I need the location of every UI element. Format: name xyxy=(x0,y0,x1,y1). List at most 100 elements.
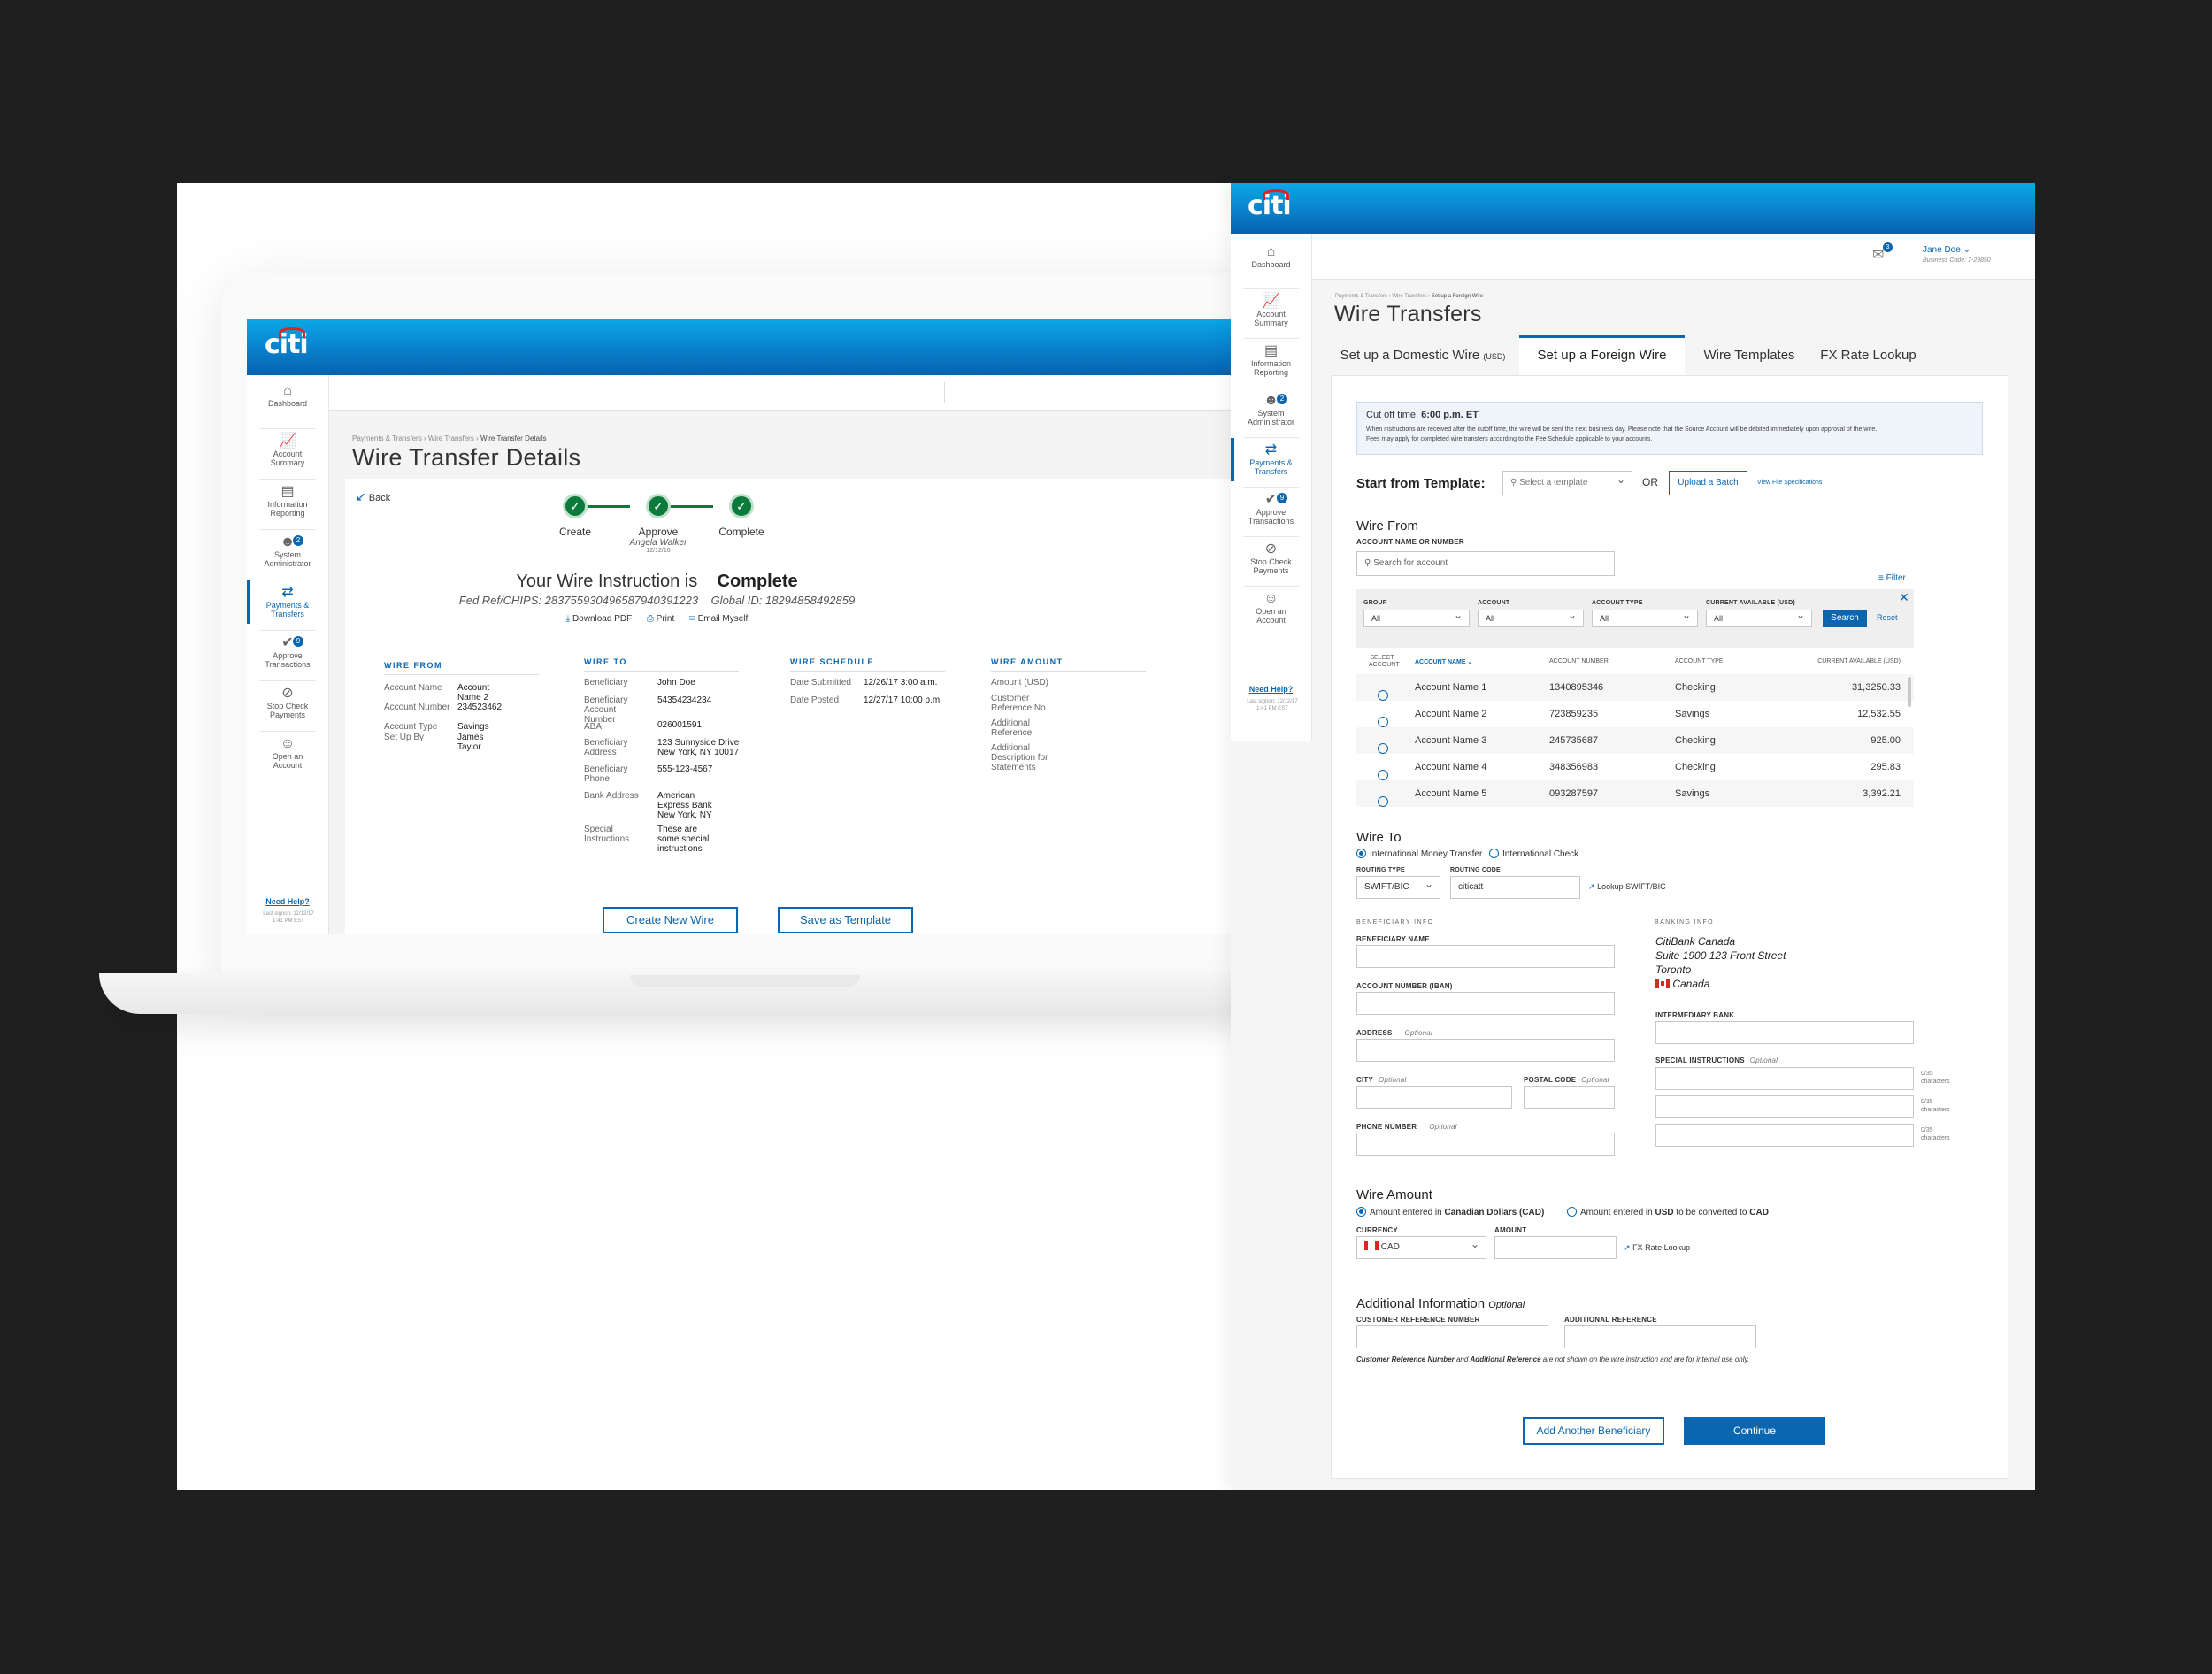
additional-reference-input[interactable] xyxy=(1564,1325,1756,1348)
view-file-spec-link[interactable]: View File Specifications xyxy=(1757,480,1822,486)
table-row[interactable]: Account Name 4 348356983 Checking 295.83 xyxy=(1356,754,1914,780)
external-link-icon: ↗ xyxy=(1624,1243,1631,1252)
sidebar-item-account-summary[interactable]: 📈 Account Summary xyxy=(1231,295,1311,328)
account-icon: ☺ xyxy=(280,736,296,751)
sidebar-item-open-an-account[interactable]: ☺ Open an Account xyxy=(1231,592,1311,626)
intermediary-input[interactable] xyxy=(1655,1021,1914,1044)
sidebar-item-label: Stop Check Payments xyxy=(266,702,309,719)
foreign-wire-window: citi ⌂ Dashboard 📈 Account Summary ▤ Informat… xyxy=(1231,183,2035,1490)
table-row[interactable]: Account Name 2 723859235 Savings 12,532.55 xyxy=(1356,701,1914,727)
stop-icon: ⊘ xyxy=(281,686,294,701)
back-link[interactable]: ↙ Back xyxy=(356,489,390,504)
breadcrumb-item[interactable]: Payments & Transfers xyxy=(352,434,422,442)
sidebar-item-system-administrator[interactable]: ☻ 2 System Administrator xyxy=(1231,394,1311,427)
routing-code-input[interactable]: citicatt xyxy=(1450,876,1580,899)
download-icon: ⤓ xyxy=(565,614,571,624)
create-new-wire-button[interactable]: Create New Wire xyxy=(603,907,738,933)
iban-input[interactable] xyxy=(1356,992,1615,1015)
nav-divider xyxy=(259,731,316,732)
sidebar-item-stop-check-payments[interactable]: ⊘ Stop Check Payments xyxy=(1231,542,1311,576)
special-instructions-input-1[interactable] xyxy=(1655,1067,1914,1090)
table-scrollbar[interactable] xyxy=(1908,677,1911,707)
user-menu[interactable]: Jane Doe ⌄ xyxy=(1923,245,1970,255)
account-filter-select[interactable]: All xyxy=(1478,607,1584,627)
sidebar-item-payments-transfers[interactable]: ⇄ Payments & Transfers xyxy=(1231,438,1311,481)
breadcrumb-item[interactable]: Wire Transfers xyxy=(1392,294,1426,299)
email-link[interactable]: ✉ Email Myself xyxy=(689,614,748,624)
fx-rate-lookup-link[interactable]: ↗ FX Rate Lookup xyxy=(1624,1243,1690,1253)
phone-input[interactable] xyxy=(1356,1133,1615,1156)
sidebar-item-dashboard[interactable]: ⌂ Dashboard xyxy=(1231,244,1311,270)
currency-select[interactable]: CAD xyxy=(1356,1233,1486,1259)
customer-reference-input[interactable] xyxy=(1356,1325,1548,1348)
currency-label: CURRENCY xyxy=(1356,1226,1398,1234)
need-help-link[interactable]: Need Help? xyxy=(247,897,328,906)
account-number-cell: 093287597 xyxy=(1549,788,1599,799)
print-link[interactable]: ⎙ Print xyxy=(647,614,674,624)
mail-icon[interactable]: ✉ 3 xyxy=(1872,242,1893,264)
sidebar-item-open-an-account[interactable]: ☺ Open an Account xyxy=(247,736,328,771)
laptop-screen: citi ⌂ Dashboard 📈 Account Summary ▤ Informat… xyxy=(247,319,1362,934)
tab-wire-templates[interactable]: Wire Templates xyxy=(1694,335,1805,375)
close-icon[interactable]: ✕ xyxy=(1899,590,1909,605)
sidebar-item-information-reporting[interactable]: ▤ Information Reporting xyxy=(247,485,328,518)
amount-input[interactable] xyxy=(1494,1236,1617,1259)
intl-check-radio[interactable]: International Check xyxy=(1489,849,1578,859)
save-as-template-button[interactable]: Save as Template xyxy=(778,907,913,933)
download-pdf-link[interactable]: ⤓ Download PDF xyxy=(566,614,632,624)
sidebar-item-approve-transactions[interactable]: ✔ 9 Approve Transactions xyxy=(247,636,328,670)
sidebar-item-label: Approve Transactions xyxy=(265,651,311,669)
sidebar-item-dashboard[interactable]: ⌂ Dashboard xyxy=(247,384,328,409)
sidebar-item-system-administrator[interactable]: ☻ 2 System Administrator xyxy=(247,535,328,569)
cad-amount-radio[interactable]: Amount entered in Canadian Dollars (CAD) xyxy=(1356,1207,1544,1217)
sidebar-item-information-reporting[interactable]: ▤ Information Reporting xyxy=(1231,344,1311,378)
upload-batch-button[interactable]: Upload a Batch xyxy=(1669,471,1747,495)
tab-foreign-wire[interactable]: Set up a Foreign Wire xyxy=(1519,335,1685,375)
table-row[interactable]: Account Name 5 093287597 Savings 3,392.21 xyxy=(1356,780,1914,807)
additional-reference-label: ADDITIONAL REFERENCE xyxy=(1564,1316,1657,1324)
tab-domestic-wire[interactable]: Set up a Domestic Wire (USD) xyxy=(1331,335,1515,375)
lookup-swift-link[interactable]: ↗ Lookup SWIFT/BIC xyxy=(1588,882,1666,892)
sort-account-name[interactable]: ACCOUNT NAME ⌄ xyxy=(1415,658,1472,665)
sidebar-item-stop-check-payments[interactable]: ⊘ Stop Check Payments xyxy=(247,686,328,720)
tab-fx-rate-lookup[interactable]: FX Rate Lookup xyxy=(1809,335,1928,375)
special-instructions-input-2[interactable] xyxy=(1655,1095,1914,1118)
mail-badge: 3 xyxy=(1883,242,1893,252)
imt-radio[interactable]: International Money Transfer xyxy=(1356,849,1482,859)
transfer-icon: ⇄ xyxy=(281,585,294,600)
city-input[interactable] xyxy=(1356,1086,1512,1109)
template-label: Start from Template: xyxy=(1356,476,1486,491)
sidebar-item-approve-transactions[interactable]: ✔ 9 Approve Transactions xyxy=(1231,493,1311,526)
table-row[interactable]: Account Name 1 1340895346 Checking 31,3250.… xyxy=(1356,674,1914,701)
account-type-filter-select[interactable]: All xyxy=(1592,607,1698,627)
nav-divider xyxy=(1243,437,1299,438)
usd-amount-radio[interactable]: Amount entered in USD to be converted to… xyxy=(1567,1207,1769,1217)
available-filter-select[interactable]: All xyxy=(1706,607,1812,627)
account-search-input[interactable]: ⚲ Search for account xyxy=(1356,551,1615,576)
breadcrumb-item[interactable]: Payments & Transfers xyxy=(1335,294,1387,299)
filter-link[interactable]: ≡ Filter xyxy=(1878,573,1906,583)
sidebar-item-payments-transfers[interactable]: ⇄ Payments & Transfers xyxy=(247,580,328,624)
template-select[interactable]: ⚲ Select a template xyxy=(1502,468,1632,495)
home-icon: ⌂ xyxy=(1266,244,1276,259)
routing-type-select[interactable]: SWIFT/BIC xyxy=(1356,873,1440,899)
need-help-link[interactable]: Need Help? xyxy=(1231,685,1311,694)
table-row[interactable]: Account Name 3 245735687 Checking 925.00 xyxy=(1356,727,1914,754)
reset-link[interactable]: Reset xyxy=(1877,613,1898,622)
address-input[interactable] xyxy=(1356,1039,1615,1062)
continue-button[interactable]: Continue xyxy=(1684,1417,1825,1445)
page-title: Wire Transfers xyxy=(1334,302,1482,326)
search-button[interactable]: Search xyxy=(1823,610,1867,627)
sidebar-item-label: System Administrator xyxy=(1247,409,1294,426)
special-instructions-input-3[interactable] xyxy=(1655,1124,1914,1147)
postal-code-input[interactable] xyxy=(1524,1086,1615,1109)
breadcrumb-item[interactable]: Wire Transfers xyxy=(428,434,474,442)
filter-label: CURRENT AVAILABLE (USD) xyxy=(1706,600,1795,606)
beneficiary-name-input[interactable] xyxy=(1356,945,1615,968)
char-count: 0/35 characters xyxy=(1921,1127,1950,1141)
add-beneficiary-button[interactable]: Add Another Beneficiary xyxy=(1523,1417,1664,1445)
filter-icon: ≡ xyxy=(1878,573,1884,583)
group-filter-select[interactable]: All xyxy=(1363,607,1470,627)
sidebar-item-account-summary[interactable]: 📈 Account Summary xyxy=(247,434,328,468)
sidebar-item-label: Dashboard xyxy=(267,399,308,408)
